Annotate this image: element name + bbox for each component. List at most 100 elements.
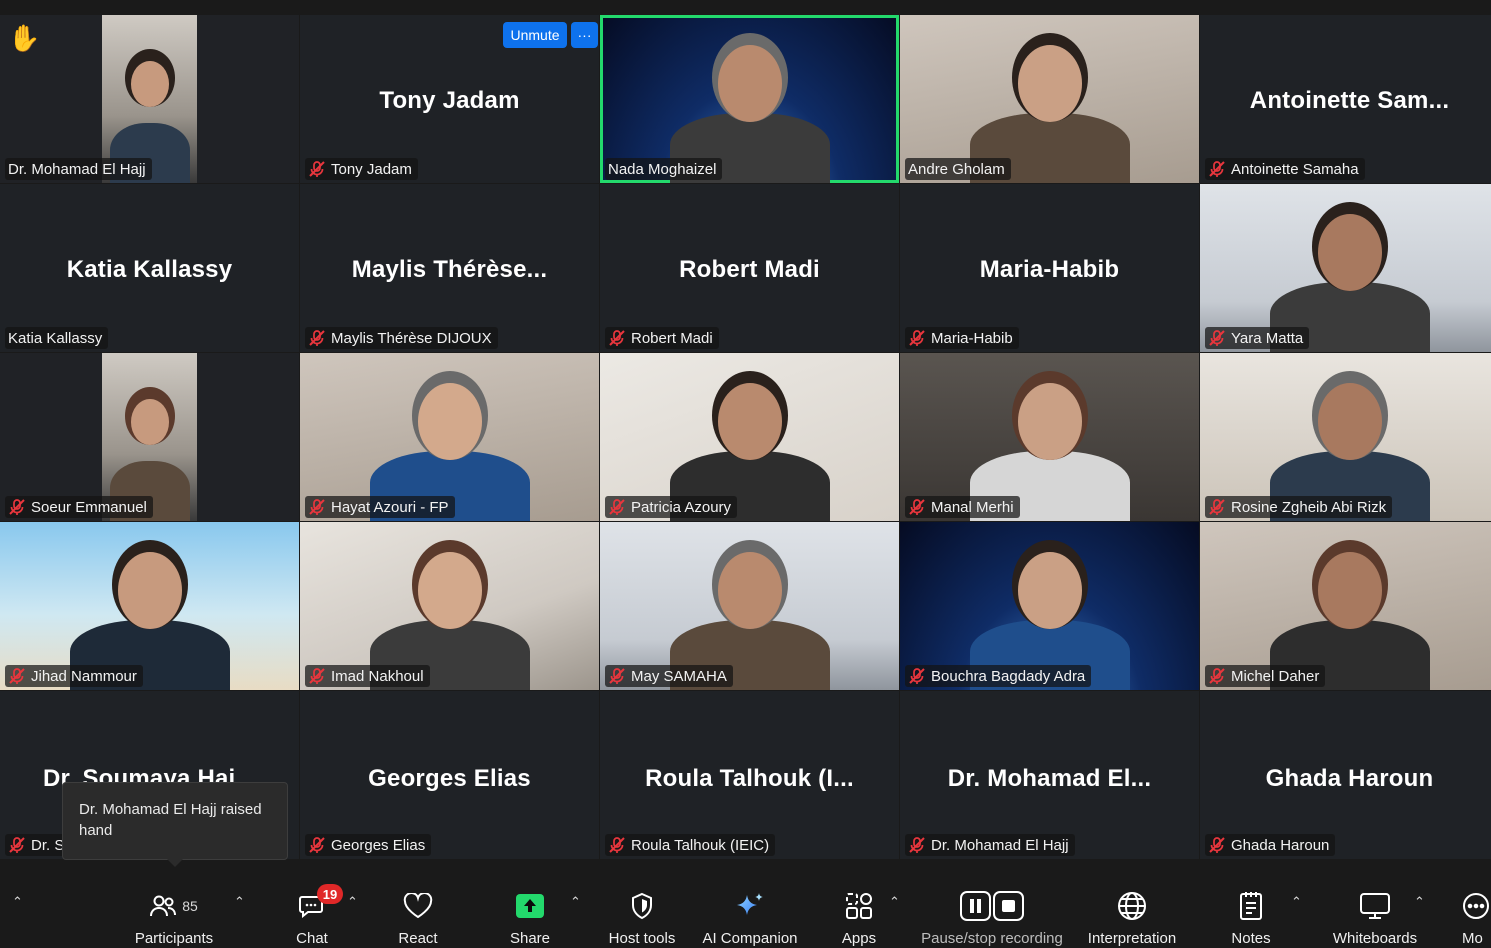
host-tools-label: Host tools <box>608 930 676 947</box>
whiteboards-label: Whiteboards <box>1332 930 1418 947</box>
whiteboards-caret-button[interactable]: ⌃ <box>1414 894 1425 910</box>
participant-name: Antoinette Samaha <box>1231 160 1359 178</box>
mic-muted-icon <box>308 667 326 685</box>
whiteboard-icon <box>1359 886 1391 926</box>
participant-tile[interactable]: Imad Nakhoul <box>300 522 599 690</box>
participant-tile[interactable]: Dr. Mohamad El... Dr. Mohamad El Hajj <box>900 691 1199 859</box>
participant-name: Patricia Azoury <box>631 498 732 516</box>
participant-display-name: Katia Kallassy <box>66 256 233 283</box>
participant-name-tag: Dr. Mohamad El Hajj <box>905 834 1075 856</box>
ai-companion-button[interactable]: AI Companion <box>697 876 803 948</box>
participant-display-name: Dr. Mohamad El... <box>947 765 1152 792</box>
recording-label: Pause/stop recording <box>921 930 1063 947</box>
participant-display-name: Georges Elias <box>368 765 531 792</box>
participant-name-tag: Maylis Thérèse DIJOUX <box>305 327 498 349</box>
tile-more-button[interactable]: ··· <box>571 22 598 48</box>
participant-tile[interactable]: Patricia Azoury <box>600 353 899 521</box>
mic-muted-icon <box>1208 498 1226 516</box>
participant-name: Manal Merhi <box>931 498 1014 516</box>
notes-caret-button[interactable]: ⌃ <box>1291 894 1302 910</box>
participant-tile[interactable]: Bouchra Bagdady Adra <box>900 522 1199 690</box>
apps-button[interactable]: Apps <box>834 876 884 948</box>
participant-tile[interactable]: Yara Matta <box>1200 184 1491 352</box>
participant-display-name: Ghada Haroun <box>1265 765 1434 792</box>
host-tools-button[interactable]: Host tools <box>603 876 681 948</box>
chat-label: Chat <box>296 930 328 947</box>
mic-muted-icon <box>8 667 26 685</box>
participant-tile[interactable]: Maylis Thérèse... Maylis Thérèse DIJOUX <box>300 184 599 352</box>
participant-name: Yara Matta <box>1231 329 1304 347</box>
more-label: Mo <box>1462 930 1483 947</box>
participant-tile[interactable]: Nada Moghaizel <box>600 15 899 183</box>
pause-stop-recording-button[interactable]: Pause/stop recording <box>916 876 1068 948</box>
participant-tile[interactable]: Andre Gholam <box>900 15 1199 183</box>
participant-name: Georges Elias <box>331 836 426 854</box>
participant-name: Dr. Mohamad El Hajj <box>8 160 146 178</box>
chat-caret-button[interactable]: ⌃ <box>347 894 358 910</box>
participant-name-tag: Imad Nakhoul <box>305 665 430 687</box>
participant-name: Andre Gholam <box>908 160 1005 178</box>
participant-display-name: Tony Jadam <box>379 87 520 114</box>
participant-tile[interactable]: May SAMAHA <box>600 522 899 690</box>
raised-hand-icon: ✋ <box>8 23 41 53</box>
participant-name-tag: Hayat Azouri - FP <box>305 496 455 518</box>
participant-name-tag: May SAMAHA <box>605 665 733 687</box>
globe-icon <box>1117 886 1147 926</box>
participants-button[interactable]: 85 Participants <box>130 876 218 948</box>
participant-name: Dr. Mohamad El Hajj <box>931 836 1069 854</box>
participant-tile[interactable]: Roula Talhouk (I... Roula Talhouk (IEIC) <box>600 691 899 859</box>
shield-icon <box>630 886 654 926</box>
interpretation-label: Interpretation <box>1087 930 1177 947</box>
participant-tile[interactable]: Hayat Azouri - FP <box>300 353 599 521</box>
chat-button[interactable]: 19 Chat <box>287 876 343 948</box>
participant-name: Nada Moghaizel <box>608 160 717 178</box>
share-caret-button[interactable]: ⌃ <box>570 894 581 910</box>
notes-button[interactable]: Notes <box>1224 876 1278 948</box>
raised-hand-tooltip: Dr. Mohamad El Hajj raised hand <box>62 782 288 867</box>
unmute-button[interactable]: Unmute <box>503 22 567 48</box>
participant-name-tag: Andre Gholam <box>905 158 1011 180</box>
mic-muted-icon <box>908 667 926 685</box>
participant-name: Roula Talhouk (IEIC) <box>631 836 770 854</box>
participant-tile[interactable]: Antoinette Sam... Antoinette Samaha <box>1200 15 1491 183</box>
participant-tile[interactable]: Michel Daher <box>1200 522 1491 690</box>
mic-muted-icon <box>308 329 326 347</box>
mic-muted-icon <box>1208 329 1226 347</box>
interpretation-button[interactable]: Interpretation <box>1080 876 1184 948</box>
participant-tile[interactable]: Rosine Zgheib Abi Rizk <box>1200 353 1491 521</box>
participant-name-tag: Rosine Zgheib Abi Rizk <box>1205 496 1393 518</box>
participant-tile[interactable]: ✋ Dr. Mohamad El Hajj <box>0 15 299 183</box>
participant-tile[interactable]: Ghada Haroun Ghada Haroun <box>1200 691 1491 859</box>
participant-display-name: Maylis Thérèse... <box>351 256 548 283</box>
participant-name: Hayat Azouri - FP <box>331 498 449 516</box>
participant-name-tag: Soeur Emmanuel <box>5 496 153 518</box>
participant-tile[interactable]: Georges Elias Georges Elias <box>300 691 599 859</box>
more-button[interactable]: Mo <box>1462 876 1491 948</box>
participant-name: Katia Kallassy <box>8 329 103 347</box>
mic-muted-icon <box>608 329 626 347</box>
participant-tile[interactable]: Jihad Nammour <box>0 522 299 690</box>
mic-muted-icon <box>608 498 626 516</box>
mic-muted-icon <box>608 667 626 685</box>
react-button[interactable]: React <box>393 876 443 948</box>
whiteboards-button[interactable]: Whiteboards <box>1326 876 1424 948</box>
mic-muted-icon <box>308 160 326 178</box>
participant-name-tag: Roula Talhouk (IEIC) <box>605 834 776 856</box>
participants-caret-button[interactable]: ⌃ <box>234 894 245 910</box>
audio-caret-button[interactable]: ⌃ <box>12 894 23 910</box>
participant-tile[interactable]: Katia Kallassy Katia Kallassy <box>0 184 299 352</box>
chat-unread-badge: 19 <box>317 884 343 904</box>
participant-name: Soeur Emmanuel <box>31 498 147 516</box>
mic-muted-icon <box>608 836 626 854</box>
share-button[interactable]: Share <box>500 876 560 948</box>
participant-name-tag: Michel Daher <box>1205 665 1326 687</box>
participant-tile[interactable]: Soeur Emmanuel <box>0 353 299 521</box>
participant-tile[interactable]: Robert Madi Robert Madi <box>600 184 899 352</box>
participant-tile[interactable]: Maria-Habib Maria-Habib <box>900 184 1199 352</box>
participant-name: Robert Madi <box>631 329 713 347</box>
participant-name: Imad Nakhoul <box>331 667 424 685</box>
apps-caret-button[interactable]: ⌃ <box>889 894 900 910</box>
participant-tile[interactable]: Manal Merhi <box>900 353 1199 521</box>
participant-display-name: Robert Madi <box>679 256 820 283</box>
recording-controls-icon <box>960 886 1024 926</box>
